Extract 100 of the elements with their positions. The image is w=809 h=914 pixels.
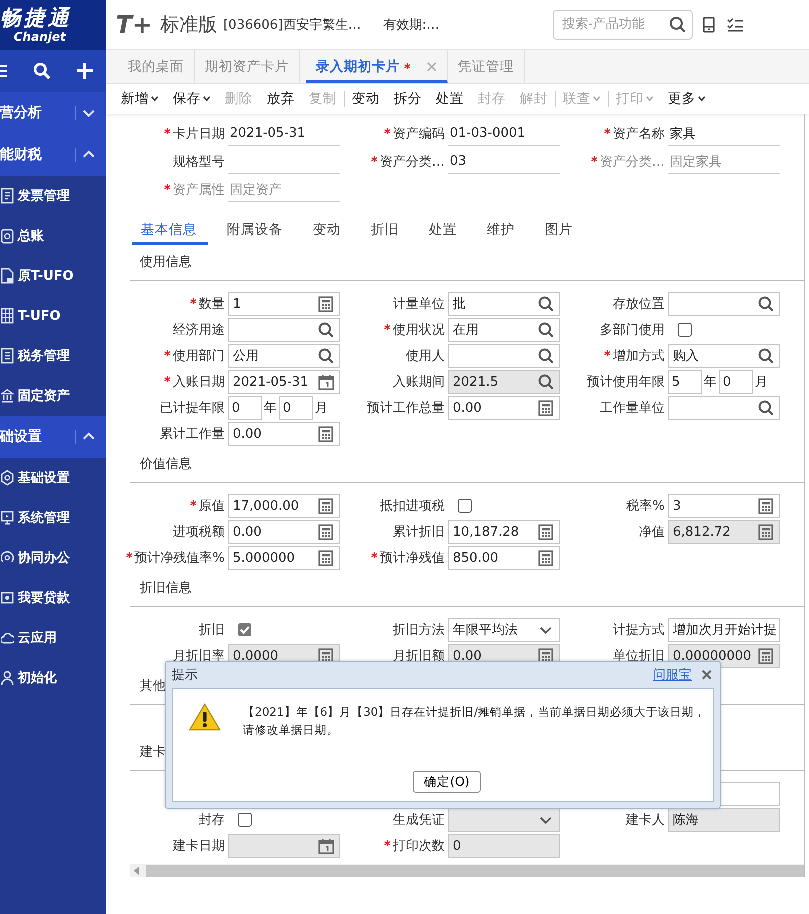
lookup-field[interactable] bbox=[668, 292, 780, 316]
menu-icon[interactable] bbox=[0, 64, 8, 78]
input-field[interactable]: 10,187.28 bbox=[448, 520, 560, 544]
checklist-icon[interactable] bbox=[727, 16, 744, 32]
sidebar-item[interactable]: 协同办公 bbox=[0, 538, 106, 578]
checkbox[interactable] bbox=[238, 623, 252, 637]
lookup-field[interactable]: 公用 bbox=[228, 344, 340, 368]
input-field[interactable]: 0 bbox=[279, 396, 313, 420]
toolbar-button[interactable]: 保存 bbox=[166, 90, 218, 108]
sidebar-item[interactable]: 云应用 bbox=[0, 618, 106, 658]
calculator-icon[interactable] bbox=[318, 550, 335, 566]
toolbar-button[interactable]: 拆分 bbox=[387, 90, 429, 108]
calculator-icon[interactable] bbox=[318, 296, 335, 312]
input-field[interactable]: 17,000.00 bbox=[228, 494, 340, 518]
date-field[interactable]: 2021-05-31 bbox=[228, 370, 340, 394]
sidebar-item[interactable]: 系统管理 bbox=[0, 498, 106, 538]
menu-group[interactable]: 能财税 bbox=[0, 134, 106, 176]
toolbar-button[interactable]: 更多 bbox=[661, 90, 713, 108]
field-label: 使用状况 bbox=[383, 321, 445, 339]
lookup-field[interactable] bbox=[448, 344, 560, 368]
sidebar-item[interactable]: 初始化 bbox=[0, 658, 106, 698]
calendar-icon[interactable] bbox=[318, 374, 335, 390]
sidebar-item[interactable]: 基础设置 bbox=[0, 458, 106, 498]
ok-button[interactable]: 确定(O) bbox=[413, 771, 481, 793]
search-icon[interactable] bbox=[318, 348, 335, 364]
input-field[interactable]: 2021-05-31 bbox=[228, 122, 340, 146]
lookup-field[interactable] bbox=[668, 396, 780, 420]
field-label: 资产分类… bbox=[590, 153, 665, 171]
toolbar-button[interactable]: 处置 bbox=[429, 90, 471, 108]
plus-icon[interactable] bbox=[76, 62, 94, 80]
tab[interactable]: 变动 bbox=[304, 217, 352, 245]
search-icon[interactable] bbox=[758, 400, 775, 416]
calculator-icon[interactable] bbox=[318, 426, 335, 442]
sidebar-item[interactable]: T-UFO bbox=[0, 296, 106, 336]
sidebar-item[interactable]: 原T-UFO bbox=[0, 256, 106, 296]
search-icon[interactable] bbox=[538, 296, 555, 312]
calculator-icon[interactable] bbox=[538, 524, 555, 540]
field-label: 使用人 bbox=[406, 348, 445, 365]
input-field[interactable]: 0 bbox=[719, 370, 753, 394]
lookup-field[interactable]: 购入 bbox=[668, 344, 780, 368]
field-label: 资产名称 bbox=[603, 125, 665, 143]
search-icon[interactable] bbox=[758, 348, 775, 364]
input-field[interactable]: 0.00 bbox=[448, 396, 560, 420]
menu-group[interactable]: 营分析 bbox=[0, 92, 106, 134]
input-field[interactable]: 03 bbox=[448, 150, 560, 174]
tab[interactable]: 基本信息 bbox=[132, 217, 208, 245]
sidebar-item[interactable]: 总账 bbox=[0, 216, 106, 256]
close-icon[interactable] bbox=[702, 670, 712, 680]
tab[interactable]: 录入期初卡片 bbox=[306, 50, 448, 83]
lookup-field[interactable] bbox=[228, 318, 340, 342]
caret-icon bbox=[151, 96, 159, 102]
input-field[interactable]: 01-03-0001 bbox=[448, 122, 560, 146]
search-icon[interactable] bbox=[318, 322, 335, 338]
input-field[interactable]: 850.00 bbox=[448, 546, 560, 570]
input-field[interactable]: 0.00 bbox=[228, 422, 340, 446]
calculator-icon[interactable] bbox=[318, 524, 335, 540]
search-icon[interactable] bbox=[669, 16, 688, 34]
checkbox[interactable] bbox=[238, 813, 252, 827]
search-field[interactable]: 搜索-产品功能 bbox=[553, 10, 694, 40]
calculator-icon[interactable] bbox=[538, 550, 555, 566]
checkbox[interactable] bbox=[458, 499, 472, 513]
tab[interactable]: 图片 bbox=[536, 217, 584, 245]
input-field[interactable]: 家具 bbox=[668, 122, 780, 146]
search-icon[interactable] bbox=[538, 322, 555, 338]
calculator-icon[interactable] bbox=[758, 498, 775, 514]
search-icon[interactable] bbox=[758, 296, 775, 312]
calculator-icon[interactable] bbox=[318, 498, 335, 514]
unit-label: 月 bbox=[754, 374, 769, 391]
field-label: 计提方式 bbox=[613, 622, 665, 639]
sidebar-item[interactable]: 固定资产 bbox=[0, 376, 106, 416]
lookup-field[interactable]: 在用 bbox=[448, 318, 560, 342]
input-field[interactable]: 3 bbox=[668, 494, 780, 518]
calculator-icon[interactable] bbox=[538, 400, 555, 416]
sidebar-item[interactable]: 发票管理 bbox=[0, 176, 106, 216]
input-field[interactable]: 0.00 bbox=[228, 520, 340, 544]
toolbar-button[interactable]: 放弃 bbox=[260, 90, 302, 108]
tab[interactable]: 维护 bbox=[478, 217, 526, 245]
tab[interactable]: 附属设备 bbox=[218, 217, 294, 245]
tab[interactable]: 处置 bbox=[420, 217, 468, 245]
field-label: 数量 bbox=[189, 295, 225, 313]
input-field[interactable]: 5.000000 bbox=[228, 546, 340, 570]
toolbar-button[interactable]: 变动 bbox=[345, 90, 387, 108]
input-field[interactable]: 5 bbox=[668, 370, 702, 394]
search-icon[interactable] bbox=[33, 62, 51, 80]
sidebar-item[interactable]: 我要贷款 bbox=[0, 578, 106, 618]
input-field[interactable]: 增加次月开始计提 bbox=[668, 618, 780, 642]
input-field[interactable]: 1 bbox=[228, 292, 340, 316]
horizontal-scrollbar[interactable] bbox=[130, 864, 804, 877]
tab[interactable]: 折旧 bbox=[362, 217, 410, 245]
checkbox[interactable] bbox=[678, 323, 692, 337]
field-label: 预计工作总量 bbox=[367, 400, 445, 417]
input-field[interactable]: 0 bbox=[228, 396, 262, 420]
section-title: 使用信息 bbox=[130, 248, 804, 281]
field-label: 建卡日期 bbox=[173, 838, 225, 855]
dropdown[interactable]: 年限平均法 bbox=[448, 618, 560, 642]
search-icon[interactable] bbox=[538, 348, 555, 364]
sidebar-item[interactable]: 税务管理 bbox=[0, 336, 106, 376]
lookup-field[interactable]: 批 bbox=[448, 292, 560, 316]
device-icon[interactable] bbox=[703, 16, 716, 32]
toolbar-button[interactable]: 新增 bbox=[114, 90, 166, 108]
